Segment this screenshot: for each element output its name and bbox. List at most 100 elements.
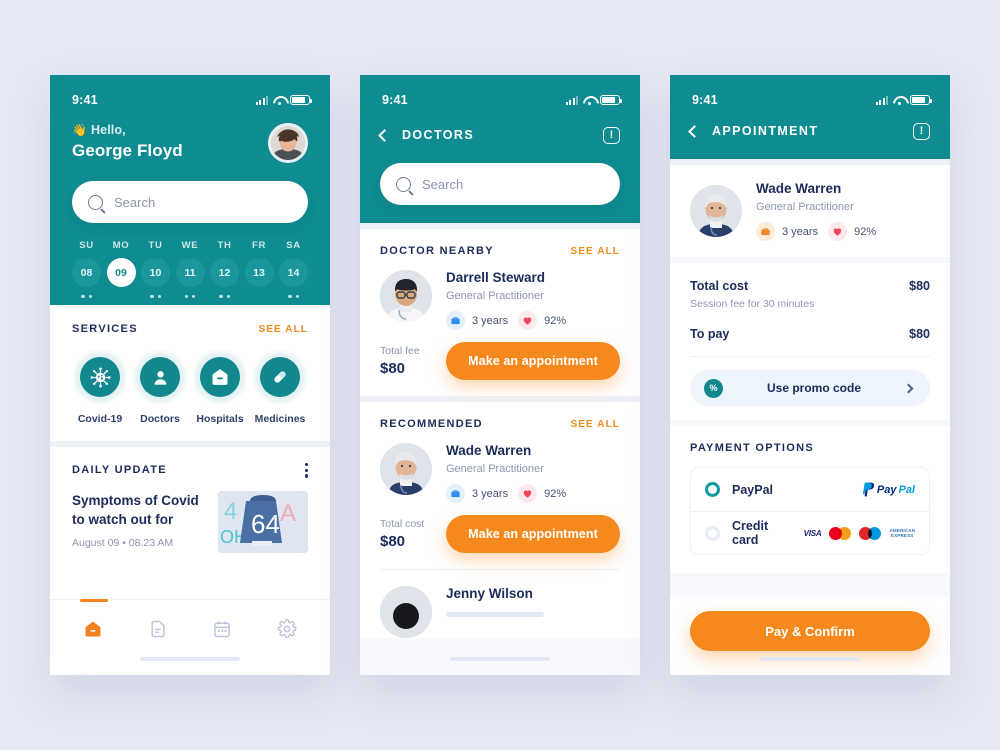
- day-number: 10: [141, 258, 170, 287]
- section-see-all[interactable]: SEE ALL: [570, 419, 620, 430]
- greeting-block: 👋 Hello, George Floyd Search SU 08 MO 09…: [50, 115, 330, 305]
- pay-and-confirm-button[interactable]: Pay & Confirm: [690, 611, 930, 651]
- avatar[interactable]: [268, 123, 308, 163]
- day-cell[interactable]: MO 09: [106, 240, 136, 305]
- battery-icon: [600, 95, 622, 105]
- amex-line-2: EXPRESS: [891, 533, 914, 538]
- make-appointment-button[interactable]: Make an appointment: [446, 515, 620, 553]
- doctor-card[interactable]: Darrell Steward General Practitioner 3 y…: [380, 270, 620, 330]
- day-cell[interactable]: SA 14: [279, 240, 308, 305]
- service-item-hospitals[interactable]: Hospitals: [192, 349, 248, 425]
- chevron-left-icon[interactable]: [688, 124, 701, 138]
- doctor-role: General Practitioner: [756, 201, 854, 213]
- daily-update-title: DAILY UPDATE: [72, 464, 167, 477]
- search-input[interactable]: Search: [72, 181, 308, 223]
- doctor-name: Darrell Steward: [446, 270, 546, 285]
- info-icon[interactable]: !: [913, 122, 930, 140]
- daily-update-headline[interactable]: Symptoms of Covid to watch out for: [72, 491, 206, 530]
- day-dots: [210, 295, 239, 305]
- rating-value: 92%: [854, 225, 877, 238]
- status-icons: [875, 95, 932, 106]
- rating-stat: 92%: [828, 222, 876, 241]
- hospital-icon: [212, 369, 228, 385]
- payment-option-label: Credit card: [732, 519, 769, 547]
- chevron-right-icon: [903, 383, 914, 393]
- status-bar: 9:41: [50, 75, 330, 115]
- status-time: 9:41: [72, 93, 98, 107]
- kebab-menu-icon[interactable]: [304, 463, 308, 478]
- chevron-left-icon[interactable]: [378, 128, 391, 142]
- tab-settings[interactable]: [276, 618, 298, 640]
- fee-label: Total cost: [380, 518, 425, 530]
- recommended-section: RECOMMENDED SEE ALL Wade Warren General …: [360, 402, 640, 638]
- day-cell[interactable]: WE 11: [175, 240, 205, 305]
- news-thumbnail: 4 A OH 64: [218, 490, 308, 553]
- user-name: George Floyd: [72, 141, 183, 160]
- total-cost-value: $80: [909, 279, 930, 293]
- services-see-all[interactable]: SEE ALL: [258, 324, 308, 335]
- phone-screen-home: 9:41 👋 Hello, George Floyd Search SU 08 …: [50, 75, 330, 675]
- service-label: Medicines: [254, 413, 306, 425]
- service-item-covid[interactable]: Covid-19: [72, 349, 128, 425]
- day-cell[interactable]: TH 12: [210, 240, 239, 305]
- card-brand-logos: VISA AMERICAN EXPRESS: [804, 526, 915, 540]
- status-time: 9:41: [692, 93, 718, 107]
- day-cell[interactable]: SU 08: [72, 240, 101, 305]
- experience-stat: 3 years: [446, 484, 508, 503]
- greeting-row: 👋 Hello,: [72, 123, 183, 137]
- day-name: SU: [79, 240, 94, 251]
- to-pay-label: To pay: [690, 327, 730, 341]
- service-item-doctors[interactable]: Doctors: [132, 349, 188, 425]
- payment-option-paypal[interactable]: PayPal Pay Pal: [691, 468, 929, 511]
- placeholder-line: [446, 612, 544, 617]
- radio-unselected-icon: [705, 525, 720, 541]
- day-cell[interactable]: FR 13: [244, 240, 274, 305]
- rating-value: 92%: [544, 487, 567, 500]
- doctor-name: Jenny Wilson: [446, 586, 533, 601]
- day-name: FR: [251, 240, 267, 251]
- amex-logo: AMERICAN EXPRESS: [889, 528, 915, 539]
- make-appointment-button[interactable]: Make an appointment: [446, 342, 620, 380]
- doctor-avatar: [690, 185, 742, 237]
- day-name: SA: [286, 240, 301, 251]
- tab-calendar[interactable]: [211, 618, 233, 640]
- signal-icon: [875, 96, 888, 105]
- service-item-medicines[interactable]: Medicines: [252, 349, 308, 425]
- battery-icon: [910, 95, 932, 105]
- day-number: 13: [244, 258, 274, 287]
- service-label: Hospitals: [196, 413, 244, 425]
- doctor-card[interactable]: Wade Warren General Practitioner 3 years: [380, 443, 620, 503]
- fee-value: $80: [380, 533, 406, 550]
- total-cost-label: Total cost: [690, 279, 749, 293]
- appointment-doctor-card: Wade Warren General Practitioner 3 years: [670, 165, 950, 257]
- tab-home[interactable]: [82, 618, 104, 640]
- day-dots: [72, 295, 101, 305]
- search-input[interactable]: Search: [380, 163, 620, 205]
- bottom-tab-bar: [50, 598, 330, 675]
- avatar-image: [380, 270, 432, 322]
- promo-label: Use promo code: [766, 381, 862, 395]
- day-cell[interactable]: TU 10: [141, 240, 170, 305]
- experience-stat: 3 years: [756, 222, 818, 241]
- service-label: Covid-19: [77, 413, 123, 425]
- doctor-card[interactable]: Jenny Wilson: [380, 586, 620, 638]
- status-bar: 9:41: [670, 75, 950, 115]
- pill-icon: [274, 371, 286, 383]
- briefcase-icon: [446, 484, 465, 503]
- cost-summary-section: Total cost $80 Session fee for 30 minute…: [670, 263, 950, 420]
- session-fee-note: Session fee for 30 minutes: [690, 298, 815, 310]
- radio-selected-icon: [705, 482, 720, 497]
- rating-stat: 92%: [518, 311, 566, 330]
- home-icon: [85, 621, 101, 637]
- page-title: APPOINTMENT: [712, 124, 819, 138]
- day-number: 08: [72, 258, 101, 287]
- services-title: SERVICES: [72, 323, 138, 335]
- tab-documents[interactable]: [147, 618, 169, 640]
- fee-row: Total cost $80 Make an appointment: [380, 515, 620, 569]
- use-promo-code-button[interactable]: % Use promo code: [690, 370, 930, 406]
- doctor-name: Wade Warren: [756, 181, 842, 196]
- payment-option-credit-card[interactable]: Credit card VISA AMERICAN EXPRESS: [691, 511, 929, 554]
- payment-option-label: PayPal: [732, 482, 774, 497]
- section-see-all[interactable]: SEE ALL: [570, 246, 620, 257]
- info-icon[interactable]: !: [603, 126, 620, 144]
